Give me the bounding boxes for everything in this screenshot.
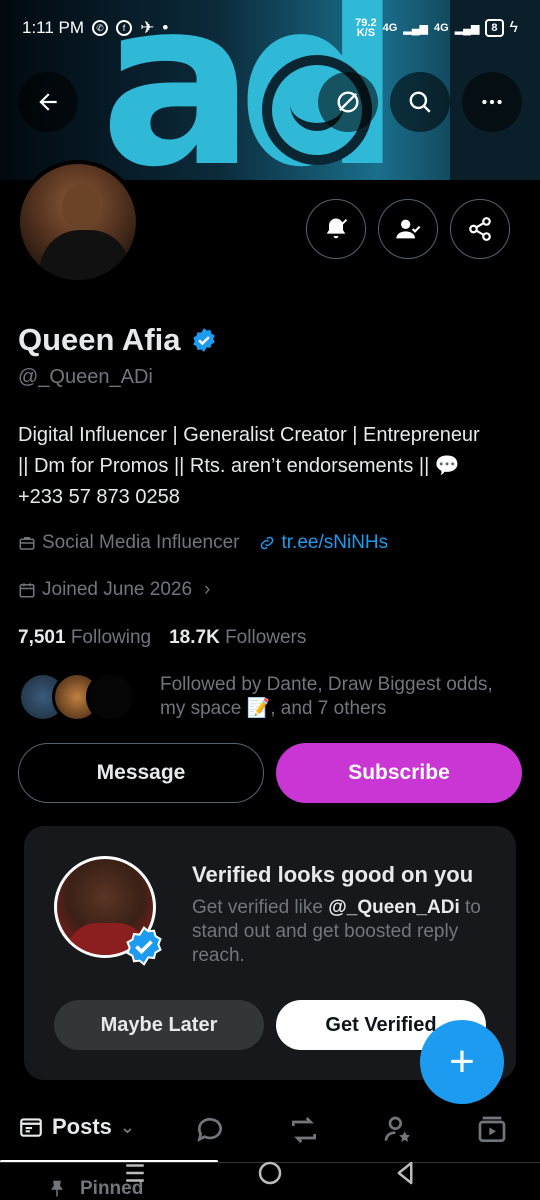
tab-posts[interactable]: Posts ⌄	[18, 1114, 135, 1140]
search-button[interactable]	[390, 72, 450, 132]
share-button[interactable]	[450, 199, 510, 259]
back-button[interactable]	[18, 72, 78, 132]
profile-name: Queen Afia	[18, 322, 181, 357]
grok-slash-icon	[337, 91, 359, 113]
bio-phone[interactable]: +233 57 873 0258	[18, 482, 528, 513]
bell-check-icon	[326, 218, 348, 239]
share-icon	[469, 217, 491, 241]
avatar-face	[62, 184, 100, 232]
more-button[interactable]	[462, 72, 522, 132]
whatsapp-icon: ✆	[92, 20, 109, 36]
followed-by[interactable]: Followed by Dante, Draw Biggest odds, my…	[18, 672, 530, 722]
battery-icon: 8	[485, 19, 504, 37]
joined-date[interactable]: Joined June 2026 ›	[18, 579, 210, 601]
facebook-icon: f	[116, 20, 133, 36]
followers-count[interactable]: 18.7K Followers	[169, 627, 306, 649]
calendar-icon	[19, 583, 35, 598]
net-type-2: 4G	[434, 22, 449, 34]
following-button[interactable]	[378, 199, 438, 259]
plus-icon: +	[449, 1037, 475, 1086]
verified-badge-icon	[126, 926, 162, 966]
tab-media-icon[interactable]	[476, 1114, 508, 1146]
back-arrow-icon	[39, 93, 57, 111]
more-dots-icon	[482, 99, 502, 105]
bio-line: Digital Influencer | Generalist Creator …	[18, 424, 480, 446]
recents-icon[interactable]	[120, 1158, 150, 1188]
net-type-1: 4G	[382, 22, 398, 34]
subscribe-button[interactable]: Subscribe	[276, 743, 522, 803]
profile-meta: Social Media Influencer tr.ee/sNiNHs	[18, 532, 388, 554]
posts-icon	[20, 1118, 42, 1137]
signal-icon: ▂▄▆	[403, 22, 428, 35]
profile-bio: Digital Influencer | Generalist Creator …	[18, 420, 528, 513]
avatar-dress	[40, 230, 130, 280]
profile-name-row: Queen Afia	[18, 322, 217, 358]
bio-line: || Dm for Promos || Rts. aren’t endorsem…	[18, 455, 460, 477]
card-title: Verified looks good on you	[192, 862, 474, 887]
tab-replies-icon[interactable]	[194, 1114, 226, 1146]
compose-fab[interactable]: +	[420, 1020, 504, 1104]
airplane-icon: ✈	[140, 18, 155, 37]
back-nav-icon[interactable]	[390, 1158, 420, 1188]
maybe-later-button[interactable]: Maybe Later	[54, 1000, 264, 1050]
system-nav-bar	[0, 1148, 540, 1200]
net-speed-unit: K/S	[356, 27, 376, 39]
chevron-right-icon: ›	[204, 579, 211, 600]
profile-category: Social Media Influencer	[18, 532, 240, 554]
follow-counts: 7,501 Following 18.7K Followers	[18, 627, 306, 649]
followed-by-text: Followed by Dante, Draw Biggest odds, my…	[160, 674, 493, 719]
follower-avatar	[86, 672, 136, 722]
status-time: 1:11 PM	[22, 18, 85, 37]
profile-avatar[interactable]	[16, 160, 140, 284]
card-description: Get verified like @_Queen_ADi to stand o…	[192, 897, 481, 966]
status-bar: 1:11 PM ✆ f ✈ • 79.2 K/S 4G ▂▄▆ 4G ▂▄▆ 8…	[0, 0, 540, 56]
following-count[interactable]: 7,501 Following	[18, 627, 151, 649]
profile-handle: @_Queen_ADi	[18, 366, 153, 388]
search-icon	[409, 91, 431, 113]
profile-link[interactable]: tr.ee/sNiNHs	[258, 532, 388, 554]
message-button[interactable]: Message	[18, 743, 264, 803]
chevron-down-icon: ⌄	[119, 1116, 136, 1137]
person-check-icon	[396, 219, 421, 239]
charging-icon: ϟ	[509, 19, 518, 36]
grok-button[interactable]	[318, 72, 378, 132]
briefcase-icon	[19, 537, 35, 550]
signal-icon: ▂▄▆	[454, 22, 480, 35]
tab-reposts-icon[interactable]	[288, 1114, 320, 1146]
verified-badge-icon[interactable]	[191, 327, 217, 353]
notification-dot-icon: •	[162, 18, 169, 37]
home-icon[interactable]	[255, 1158, 285, 1188]
tab-highlights-icon[interactable]	[382, 1114, 414, 1146]
notifications-bell-button[interactable]	[306, 199, 366, 259]
link-icon	[260, 536, 273, 550]
